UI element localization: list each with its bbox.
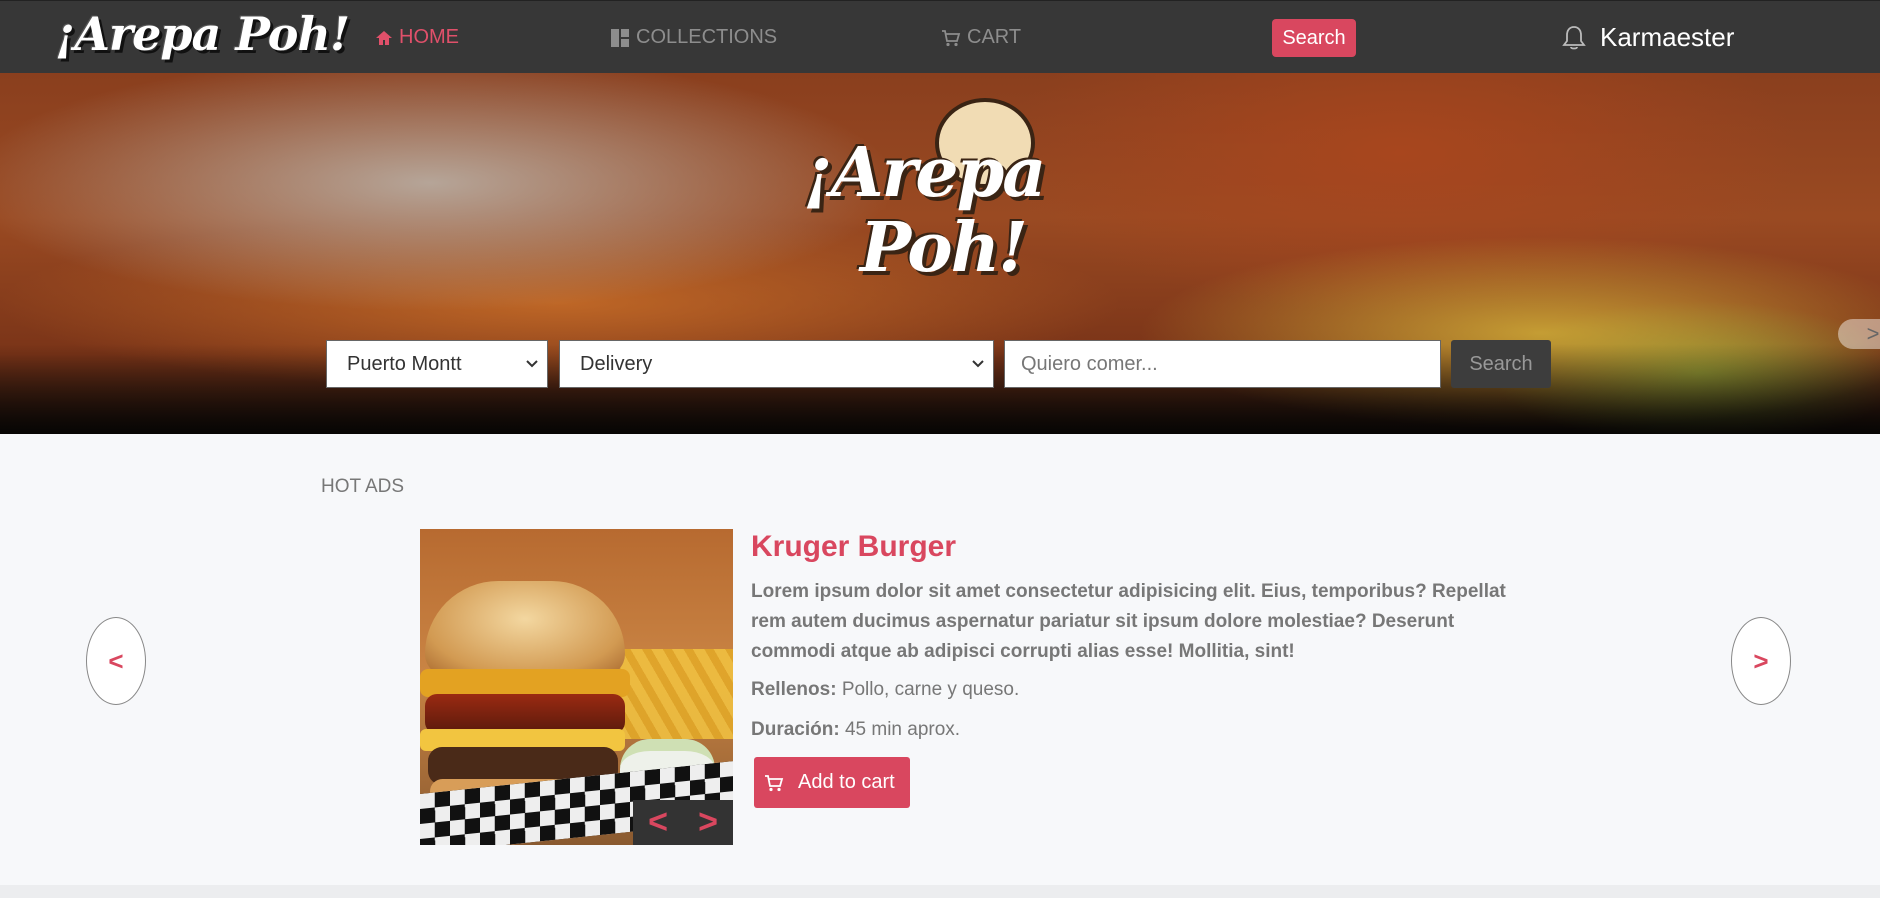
user-name[interactable]: Karmaester xyxy=(1600,22,1734,53)
ad-rellenos: Rellenos: Pollo, carne y queso. xyxy=(751,679,1019,701)
cart-icon xyxy=(942,29,961,46)
chevron-down-icon xyxy=(526,360,538,368)
cheese-graphic xyxy=(420,669,630,697)
nav-cart[interactable]: CART xyxy=(941,26,1021,49)
nav-collections-label: COLLECTIONS xyxy=(636,26,778,48)
carousel-prev-button[interactable]: < xyxy=(86,617,146,705)
ad-duracion: Duración: 45 min aprox. xyxy=(751,719,960,741)
nav-home-label: HOME xyxy=(399,26,459,48)
ad-description: Lorem ipsum dolor sit amet consectetur a… xyxy=(751,581,1506,662)
cart-icon xyxy=(765,774,784,791)
hot-ads-title: HOT ADS xyxy=(321,476,405,497)
footer-strip xyxy=(0,885,1880,898)
image-next-button[interactable]: > xyxy=(698,803,718,842)
top-navbar: ¡Arepa Poh! HOME COLLECTIONS CART Search… xyxy=(0,0,1880,73)
image-carousel-controls: < > xyxy=(633,800,733,845)
hero-banner: ¡Arepa Poh! > Puerto Montt Delivery Quie… xyxy=(0,73,1880,434)
add-to-cart-button[interactable]: Add to cart xyxy=(754,757,910,808)
ad-title[interactable]: Kruger Burger xyxy=(751,530,956,564)
city-select-value: Puerto Montt xyxy=(347,352,462,375)
chevron-down-icon xyxy=(972,360,984,368)
image-prev-button[interactable]: < xyxy=(648,803,668,842)
delivery-mode-value: Delivery xyxy=(580,352,653,375)
nav-collections[interactable]: COLLECTIONS xyxy=(610,26,777,49)
nav-cart-label: CART xyxy=(967,26,1022,48)
add-to-cart-label: Add to cart xyxy=(798,771,895,793)
nav-home[interactable]: HOME xyxy=(375,26,459,49)
duracion-value: 45 min aprox. xyxy=(844,719,961,740)
brand-logo[interactable]: ¡Arepa Poh! xyxy=(55,7,350,61)
rellenos-label: Rellenos: xyxy=(751,679,837,700)
nav-search-button[interactable]: Search xyxy=(1272,19,1356,57)
fries-graphic xyxy=(620,649,733,739)
hero-logo-line2: Poh! xyxy=(860,208,1028,288)
hero-search-button[interactable]: Search xyxy=(1451,340,1551,388)
hero-logo: ¡Arepa Poh! xyxy=(795,93,1085,293)
bun-top-graphic xyxy=(425,581,625,676)
city-select[interactable]: Puerto Montt xyxy=(326,340,548,388)
food-search-input[interactable]: Quiero comer... xyxy=(1004,340,1441,388)
bell-icon[interactable] xyxy=(1562,25,1586,51)
duracion-label: Duración: xyxy=(751,719,840,740)
hero-next-slide-button[interactable]: > xyxy=(1838,319,1880,349)
collections-icon xyxy=(611,28,629,47)
home-icon xyxy=(376,30,392,45)
hero-logo-line1: ¡Arepa xyxy=(803,133,1046,213)
ad-product-image xyxy=(420,529,733,845)
delivery-mode-select[interactable]: Delivery xyxy=(559,340,994,388)
carousel-next-button[interactable]: > xyxy=(1731,617,1791,705)
rellenos-value: Pollo, carne y queso. xyxy=(841,679,1020,700)
sauce-graphic xyxy=(425,694,625,734)
